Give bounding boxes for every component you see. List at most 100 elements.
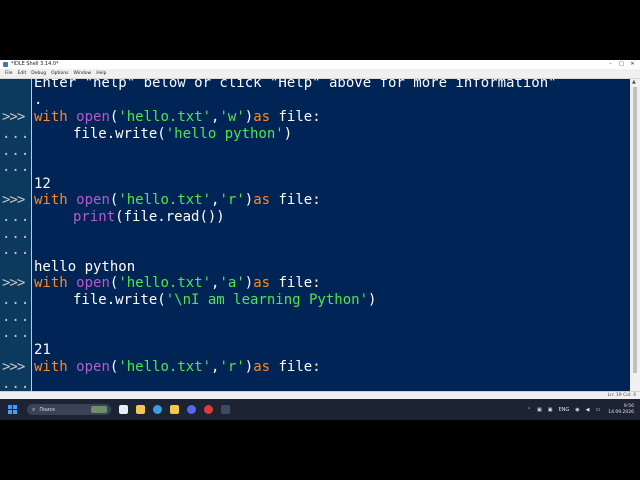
output-line: .: [34, 92, 43, 108]
continuation-prompt: ...: [2, 209, 31, 225]
output-line: hello python: [34, 259, 136, 275]
clock[interactable]: 9:56 14.09.2026: [608, 404, 634, 416]
keyword: with: [34, 192, 68, 208]
app-red-icon[interactable]: [204, 405, 213, 414]
chevron-up-icon[interactable]: ⌃: [527, 407, 531, 413]
tray-app-icon[interactable]: ▣: [537, 407, 542, 413]
volume-icon[interactable]: ◀: [586, 407, 590, 413]
keyword: with: [34, 359, 68, 375]
shell-prompt: >>>: [2, 109, 25, 125]
code-line: with open('hello.txt','r')as file:: [34, 192, 321, 208]
builtin: open: [76, 192, 110, 208]
string-literal: 'w': [219, 109, 245, 125]
code-line: file.write('hello python'): [73, 126, 292, 142]
continuation-prompt: ...: [2, 226, 31, 242]
menu-options[interactable]: Options: [51, 69, 68, 78]
maximize-button[interactable]: □: [616, 60, 627, 69]
vertical-scrollbar[interactable]: ▲: [630, 79, 640, 391]
folder-icon[interactable]: [170, 405, 179, 414]
idle-app-icon: [3, 62, 8, 67]
menu-help[interactable]: Help: [96, 69, 106, 78]
network-icon[interactable]: ◉: [575, 407, 579, 413]
code-text: ): [283, 126, 293, 142]
string-literal: 'r': [219, 192, 245, 208]
tray-app-icon[interactable]: ▣: [548, 407, 553, 413]
string-literal: 'hello.txt': [118, 359, 212, 375]
builtin: print: [73, 209, 116, 225]
string-literal: '\nI am learning Python': [165, 292, 369, 308]
continuation-prompt: ...: [2, 292, 31, 308]
code-text: file.write(: [73, 126, 166, 142]
discord-icon[interactable]: [187, 405, 196, 414]
battery-icon[interactable]: ▭: [596, 407, 601, 413]
search-placeholder: Поиск: [39, 406, 56, 413]
code-text: file:: [270, 275, 321, 291]
punct: ): [244, 192, 254, 208]
menu-file[interactable]: File: [5, 69, 13, 78]
menu-bar: File Edit Debug Options Window Help: [0, 69, 640, 79]
continuation-prompt: ...: [2, 143, 31, 159]
keyword: as: [253, 359, 271, 375]
search-highlight-image: [91, 406, 107, 413]
shell-output[interactable]: Enter "help" below or click "Help" above…: [32, 79, 630, 391]
keyword: as: [253, 109, 271, 125]
taskbar-search[interactable]: ⌕ Поиск: [27, 404, 111, 415]
menu-edit[interactable]: Edit: [18, 69, 27, 78]
code-line: with open('hello.txt','w')as file:: [34, 109, 321, 125]
menu-debug[interactable]: Debug: [31, 69, 46, 78]
string-literal: 'hello.txt': [118, 275, 212, 291]
minimize-button[interactable]: –: [605, 60, 616, 69]
clock-date: 14.09.2026: [608, 409, 634, 415]
prompt-gutter: >>> ... ... ... >>> ... ... ... >>> ... …: [0, 79, 32, 392]
punct: ): [244, 275, 254, 291]
continuation-prompt: ...: [2, 309, 31, 325]
continuation-prompt: ...: [2, 242, 31, 258]
continuation-prompt: ...: [2, 126, 31, 142]
language-indicator[interactable]: ENG: [558, 407, 569, 413]
code-text: (file.read()): [115, 209, 225, 225]
keyword: with: [34, 275, 68, 291]
code-line: with open('hello.txt','r')as file:: [34, 359, 321, 375]
edge-browser-icon[interactable]: [153, 405, 162, 414]
code-text: ): [368, 292, 377, 308]
keyword: as: [253, 192, 271, 208]
code-line: print(file.read()): [73, 209, 225, 225]
output-line: 21: [34, 342, 51, 358]
string-literal: 'hello.txt': [118, 109, 212, 125]
string-literal: 'hello.txt': [118, 192, 212, 208]
shell-banner: Enter "help" below or click "Help" above…: [34, 79, 557, 91]
punct: ): [244, 359, 254, 375]
title-bar[interactable]: *IDLE Shell 3.14.0* – □ ✕: [0, 60, 640, 69]
taskbar: ⌕ Поиск ⌃ ▣ ▣ ENG ◉ ◀ ▭ 9:56 14.09.2026: [0, 399, 640, 420]
scroll-up-icon[interactable]: ▲: [632, 79, 636, 85]
output-line: 12: [34, 176, 51, 192]
screen: *IDLE Shell 3.14.0* – □ ✕ File Edit Debu…: [0, 60, 640, 420]
window-controls: – □ ✕: [605, 60, 638, 69]
code-text: file.write(: [73, 292, 166, 308]
task-view-icon[interactable]: [119, 405, 128, 414]
punct: ): [244, 109, 254, 125]
menu-window[interactable]: Window: [73, 69, 91, 78]
code-text: file:: [270, 359, 321, 375]
continuation-prompt: ...: [2, 325, 31, 341]
code-line: with open('hello.txt','a')as file:: [34, 275, 321, 291]
shell-prompt: >>>: [2, 275, 25, 291]
window-title: *IDLE Shell 3.14.0*: [11, 61, 59, 67]
idle-taskbar-icon[interactable]: [221, 405, 230, 414]
windows-start-icon[interactable]: [8, 405, 17, 414]
shell-prompt: >>>: [2, 359, 25, 375]
file-explorer-icon[interactable]: [136, 405, 145, 414]
close-button[interactable]: ✕: [627, 60, 638, 69]
scrollbar-thumb[interactable]: [633, 87, 637, 373]
continuation-prompt: ...: [2, 159, 31, 175]
shell-prompt: >>>: [2, 192, 25, 208]
search-icon: ⌕: [32, 405, 36, 413]
builtin: open: [76, 109, 110, 125]
string-literal: 'r': [219, 359, 245, 375]
string-literal: 'hello python': [165, 126, 284, 142]
continuation-prompt: ...: [2, 376, 31, 392]
system-tray: ⌃ ▣ ▣ ENG ◉ ◀ ▭ 9:56 14.09.2026: [521, 399, 634, 420]
builtin: open: [76, 275, 110, 291]
code-text: file:: [270, 192, 321, 208]
code-text: file:: [270, 109, 321, 125]
